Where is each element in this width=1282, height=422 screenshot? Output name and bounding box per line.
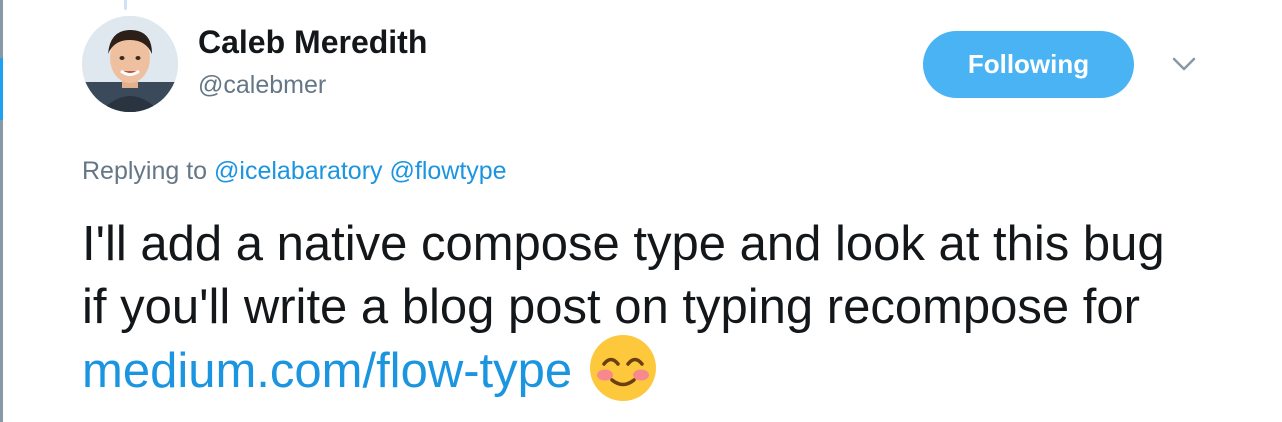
author-handle[interactable]: @calebmer: [198, 68, 326, 102]
reply-context: Replying to @icelabaratory @flowtype: [82, 154, 507, 188]
smiling-face-icon: [588, 333, 658, 403]
tweet-body: I'll add a native compose type and look …: [82, 217, 1165, 334]
window-edge-accent: [0, 58, 3, 120]
chevron-down-icon[interactable]: [1169, 52, 1199, 76]
mention-link[interactable]: @flowtype: [390, 157, 507, 185]
avatar-photo: [82, 16, 178, 112]
tweet-link[interactable]: medium.com/flow-type: [82, 344, 572, 398]
thread-connector: [124, 0, 127, 10]
avatar[interactable]: [82, 16, 178, 112]
mention-link[interactable]: @icelabaratory: [214, 157, 383, 185]
following-button[interactable]: Following: [923, 31, 1134, 98]
tweet-text: I'll add a native compose type and look …: [82, 213, 1182, 409]
author-name[interactable]: Caleb Meredith: [198, 22, 427, 62]
reply-prefix: Replying to: [82, 157, 208, 185]
